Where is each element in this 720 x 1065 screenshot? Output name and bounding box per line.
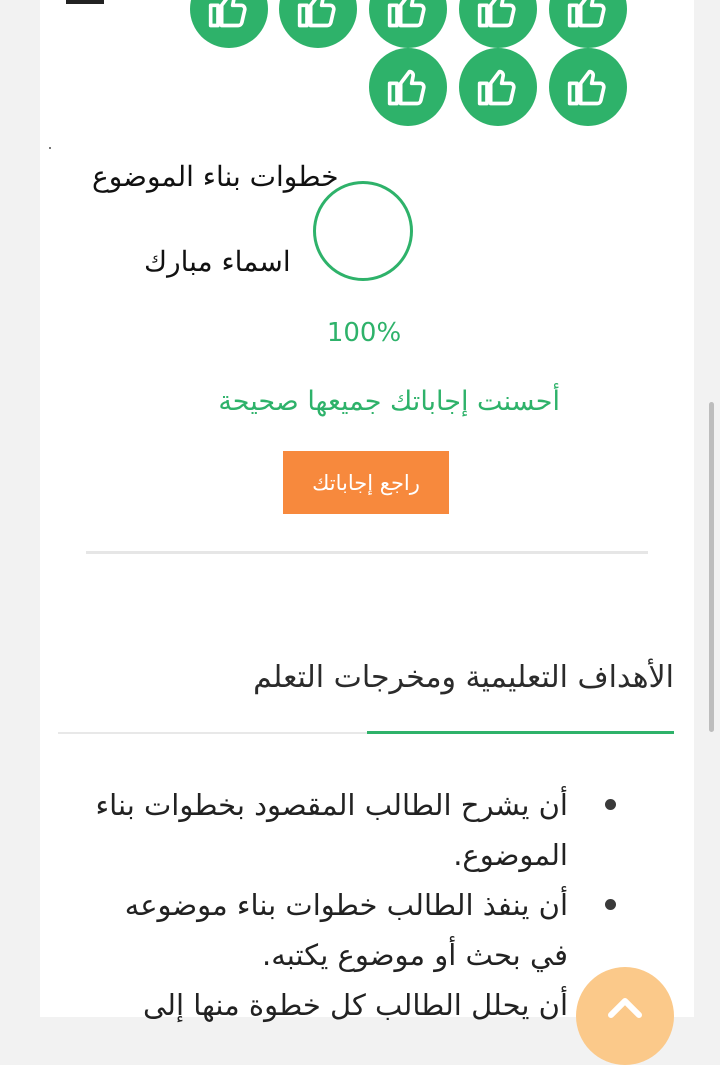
scroll-to-top-button[interactable]: [576, 967, 674, 1065]
title-accent-underline: [367, 731, 674, 734]
score-percent: 100%: [326, 318, 402, 348]
chevron-up-icon: [608, 998, 642, 1018]
thumbs-up-icon: [459, 48, 537, 126]
list-item: أن يشرح الطالب المقصود بخطوات بناء الموض…: [84, 780, 624, 880]
divider: [86, 551, 648, 554]
thumbs-up-icon: [549, 48, 627, 126]
result-message: أحسنت إجاباتك جميعها صحيحة: [218, 386, 560, 417]
scrollbar[interactable]: [709, 402, 714, 732]
thumbs-up-icon: [369, 48, 447, 126]
objectives-title: الأهداف التعليمية ومخرجات التعلم: [253, 660, 674, 695]
list-item: أن يحلل الطالب كل خطوة منها إلى: [84, 980, 624, 1030]
objectives-list: أن يشرح الطالب المقصود بخطوات بناء الموض…: [84, 780, 624, 1030]
handwritten-name: اسماء مبارك: [144, 245, 291, 278]
list-item: أن ينفذ الطالب خطوات بناء موضوعه في بحث …: [84, 880, 624, 980]
score-circle: [313, 181, 413, 281]
handwritten-title: خطوات بناء الموضوع: [92, 160, 339, 193]
stray-dot: [49, 147, 51, 149]
review-answers-button[interactable]: راجع إجاباتك: [283, 451, 449, 514]
objective-text: أن يشرح الطالب المقصود بخطوات بناء الموض…: [95, 788, 568, 872]
bullet-icon: [605, 899, 616, 910]
objective-text: أن ينفذ الطالب خطوات بناء موضوعه في بحث …: [124, 888, 568, 972]
menu-icon[interactable]: [66, 0, 104, 4]
bullet-icon: [605, 799, 616, 810]
